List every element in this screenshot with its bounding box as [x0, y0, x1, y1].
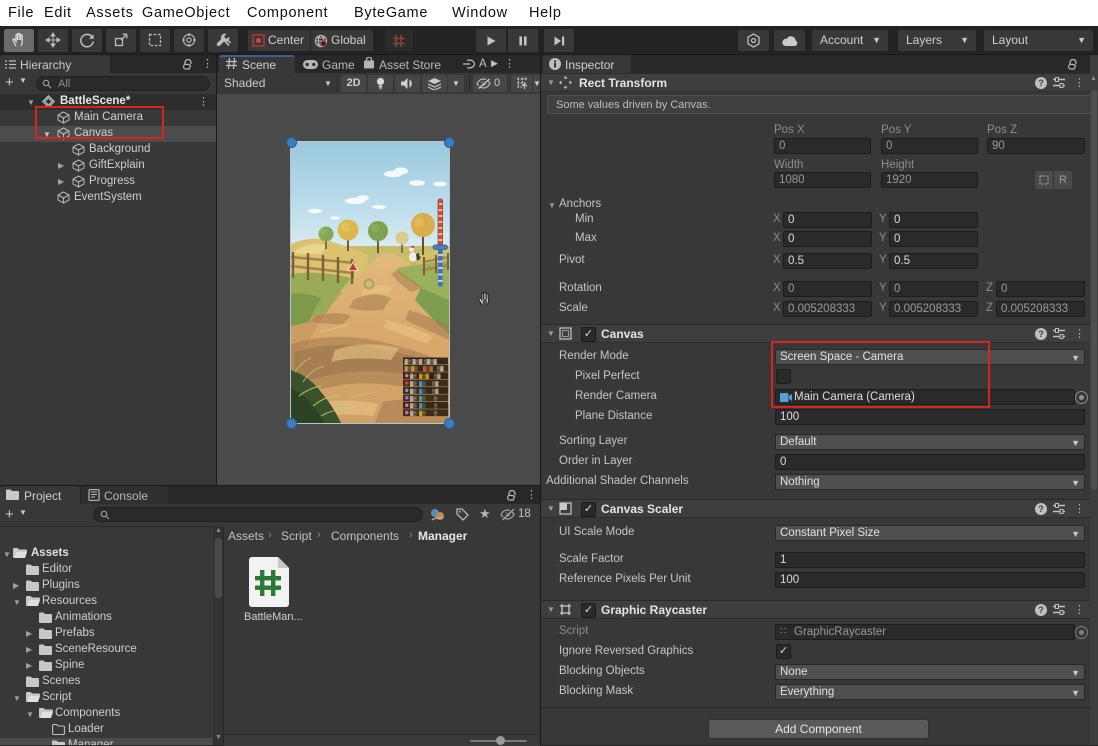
svg-text:?: ? [1038, 78, 1044, 88]
svg-text:?: ? [1038, 605, 1044, 615]
svg-text:?: ? [1038, 504, 1044, 514]
svg-text:?: ? [1038, 329, 1044, 339]
